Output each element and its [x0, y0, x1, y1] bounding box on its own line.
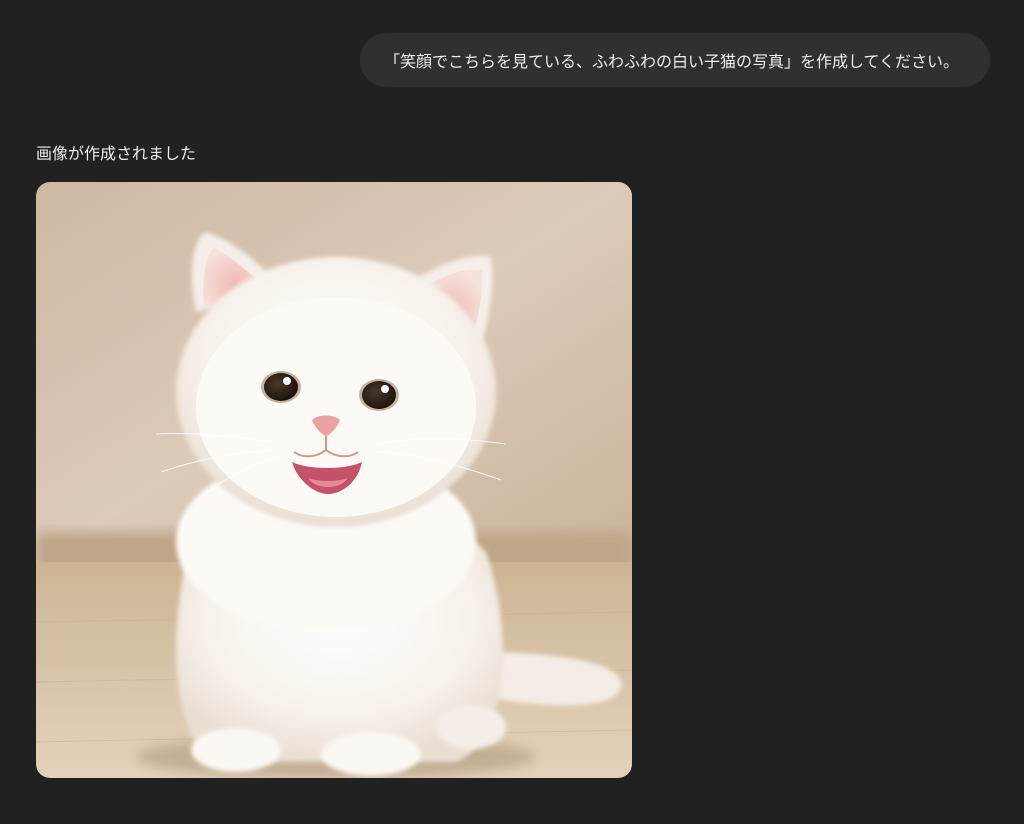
user-message-bubble: 「笑顔でこちらを見ている、ふわふわの白い子猫の写真」を作成してください。: [360, 33, 990, 87]
assistant-message: 画像が作成されました: [36, 142, 632, 778]
kitten-photo: [36, 182, 632, 778]
user-message-row: 「笑顔でこちらを見ている、ふわふわの白い子猫の写真」を作成してください。: [360, 33, 990, 87]
user-message-text: 「笑顔でこちらを見ている、ふわふわの白い子猫の写真」を作成してください。: [384, 52, 960, 71]
assistant-status-text: 画像が作成されました: [36, 144, 197, 163]
generated-image[interactable]: [36, 182, 632, 778]
chat-container: 「笑顔でこちらを見ている、ふわふわの白い子猫の写真」を作成してください。 画像が…: [0, 0, 1024, 824]
